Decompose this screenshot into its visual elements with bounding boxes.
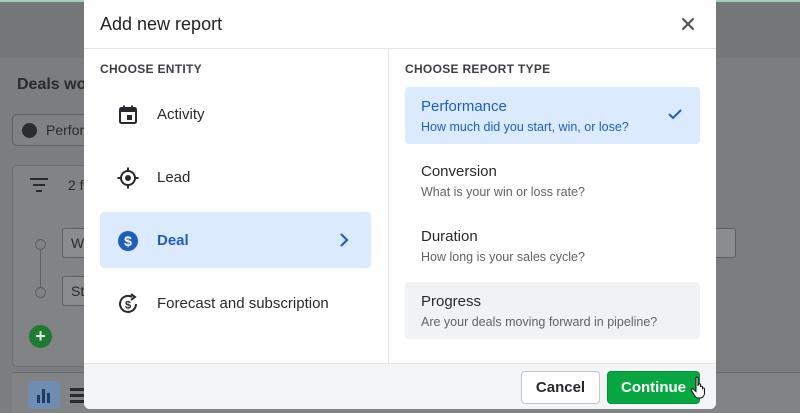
forecast-dollar-icon: $	[117, 293, 139, 315]
background-report-pill: Perfor	[12, 114, 88, 146]
target-icon	[117, 167, 139, 189]
filter-icon	[30, 178, 48, 192]
report-type-description: Are your deals moving forward in pipelin…	[421, 315, 658, 329]
entity-label: Activity	[157, 106, 205, 123]
report-type-column: CHOOSE REPORT TYPE Performance How much …	[389, 48, 716, 363]
report-type-title: Performance	[421, 98, 507, 115]
entity-label: Forecast and subscription	[157, 295, 329, 312]
report-type-description: What is your win or loss rate?	[421, 185, 585, 199]
report-type-description: How long is your sales cycle?	[421, 250, 585, 264]
close-icon[interactable]	[678, 14, 698, 34]
background-filter-count: 2 f	[68, 177, 84, 193]
report-type-performance[interactable]: Performance How much did you start, win,…	[405, 87, 700, 144]
entity-forecast-subscription[interactable]: $ Forecast and subscription	[100, 275, 371, 331]
background-dot	[35, 287, 46, 298]
background-page-title: Deals wo	[17, 76, 87, 93]
dollar-icon	[22, 123, 37, 138]
list-icon	[70, 388, 84, 406]
background-dot	[35, 239, 46, 250]
entity-label: Lead	[157, 169, 191, 186]
report-type-duration[interactable]: Duration How long is your sales cycle?	[405, 217, 700, 274]
report-type-description: How much did you start, win, or lose?	[421, 120, 629, 134]
report-type-progress[interactable]: Progress Are your deals moving forward i…	[405, 282, 700, 339]
entity-activity[interactable]: Activity	[100, 86, 371, 142]
entity-deal[interactable]: $ Deal	[100, 212, 371, 268]
chevron-right-icon	[337, 232, 351, 248]
modal-header: Add new report	[84, 0, 716, 49]
svg-text:$: $	[124, 233, 132, 249]
hand-pointer-cursor-icon	[690, 376, 708, 400]
entity-section-label: CHOOSE ENTITY	[100, 62, 202, 76]
report-type-title: Duration	[421, 228, 478, 245]
background-pill-label: Perfor	[46, 122, 85, 138]
checkmark-icon	[667, 107, 683, 121]
report-type-conversion[interactable]: Conversion What is your win or loss rate…	[405, 152, 700, 209]
report-type-title: Progress	[421, 293, 482, 310]
entity-column: CHOOSE ENTITY Activity Lead $ Deal $ For…	[84, 48, 388, 363]
continue-button[interactable]: Continue	[607, 371, 700, 404]
bar-chart-icon	[28, 381, 60, 409]
add-report-modal: Add new report CHOOSE ENTITY Activity Le…	[84, 0, 716, 409]
entity-lead[interactable]: Lead	[100, 149, 371, 205]
dollar-circle-icon: $	[117, 230, 139, 252]
svg-text:$: $	[125, 300, 131, 312]
entity-label: Deal	[157, 232, 189, 249]
modal-footer: Cancel Continue	[84, 363, 716, 409]
modal-title: Add new report	[100, 14, 223, 34]
report-type-title: Conversion	[421, 163, 497, 180]
calendar-icon	[117, 104, 139, 126]
add-filter-plus-icon: +	[29, 325, 52, 348]
cancel-button[interactable]: Cancel	[521, 371, 600, 404]
report-type-section-label: CHOOSE REPORT TYPE	[405, 62, 551, 76]
